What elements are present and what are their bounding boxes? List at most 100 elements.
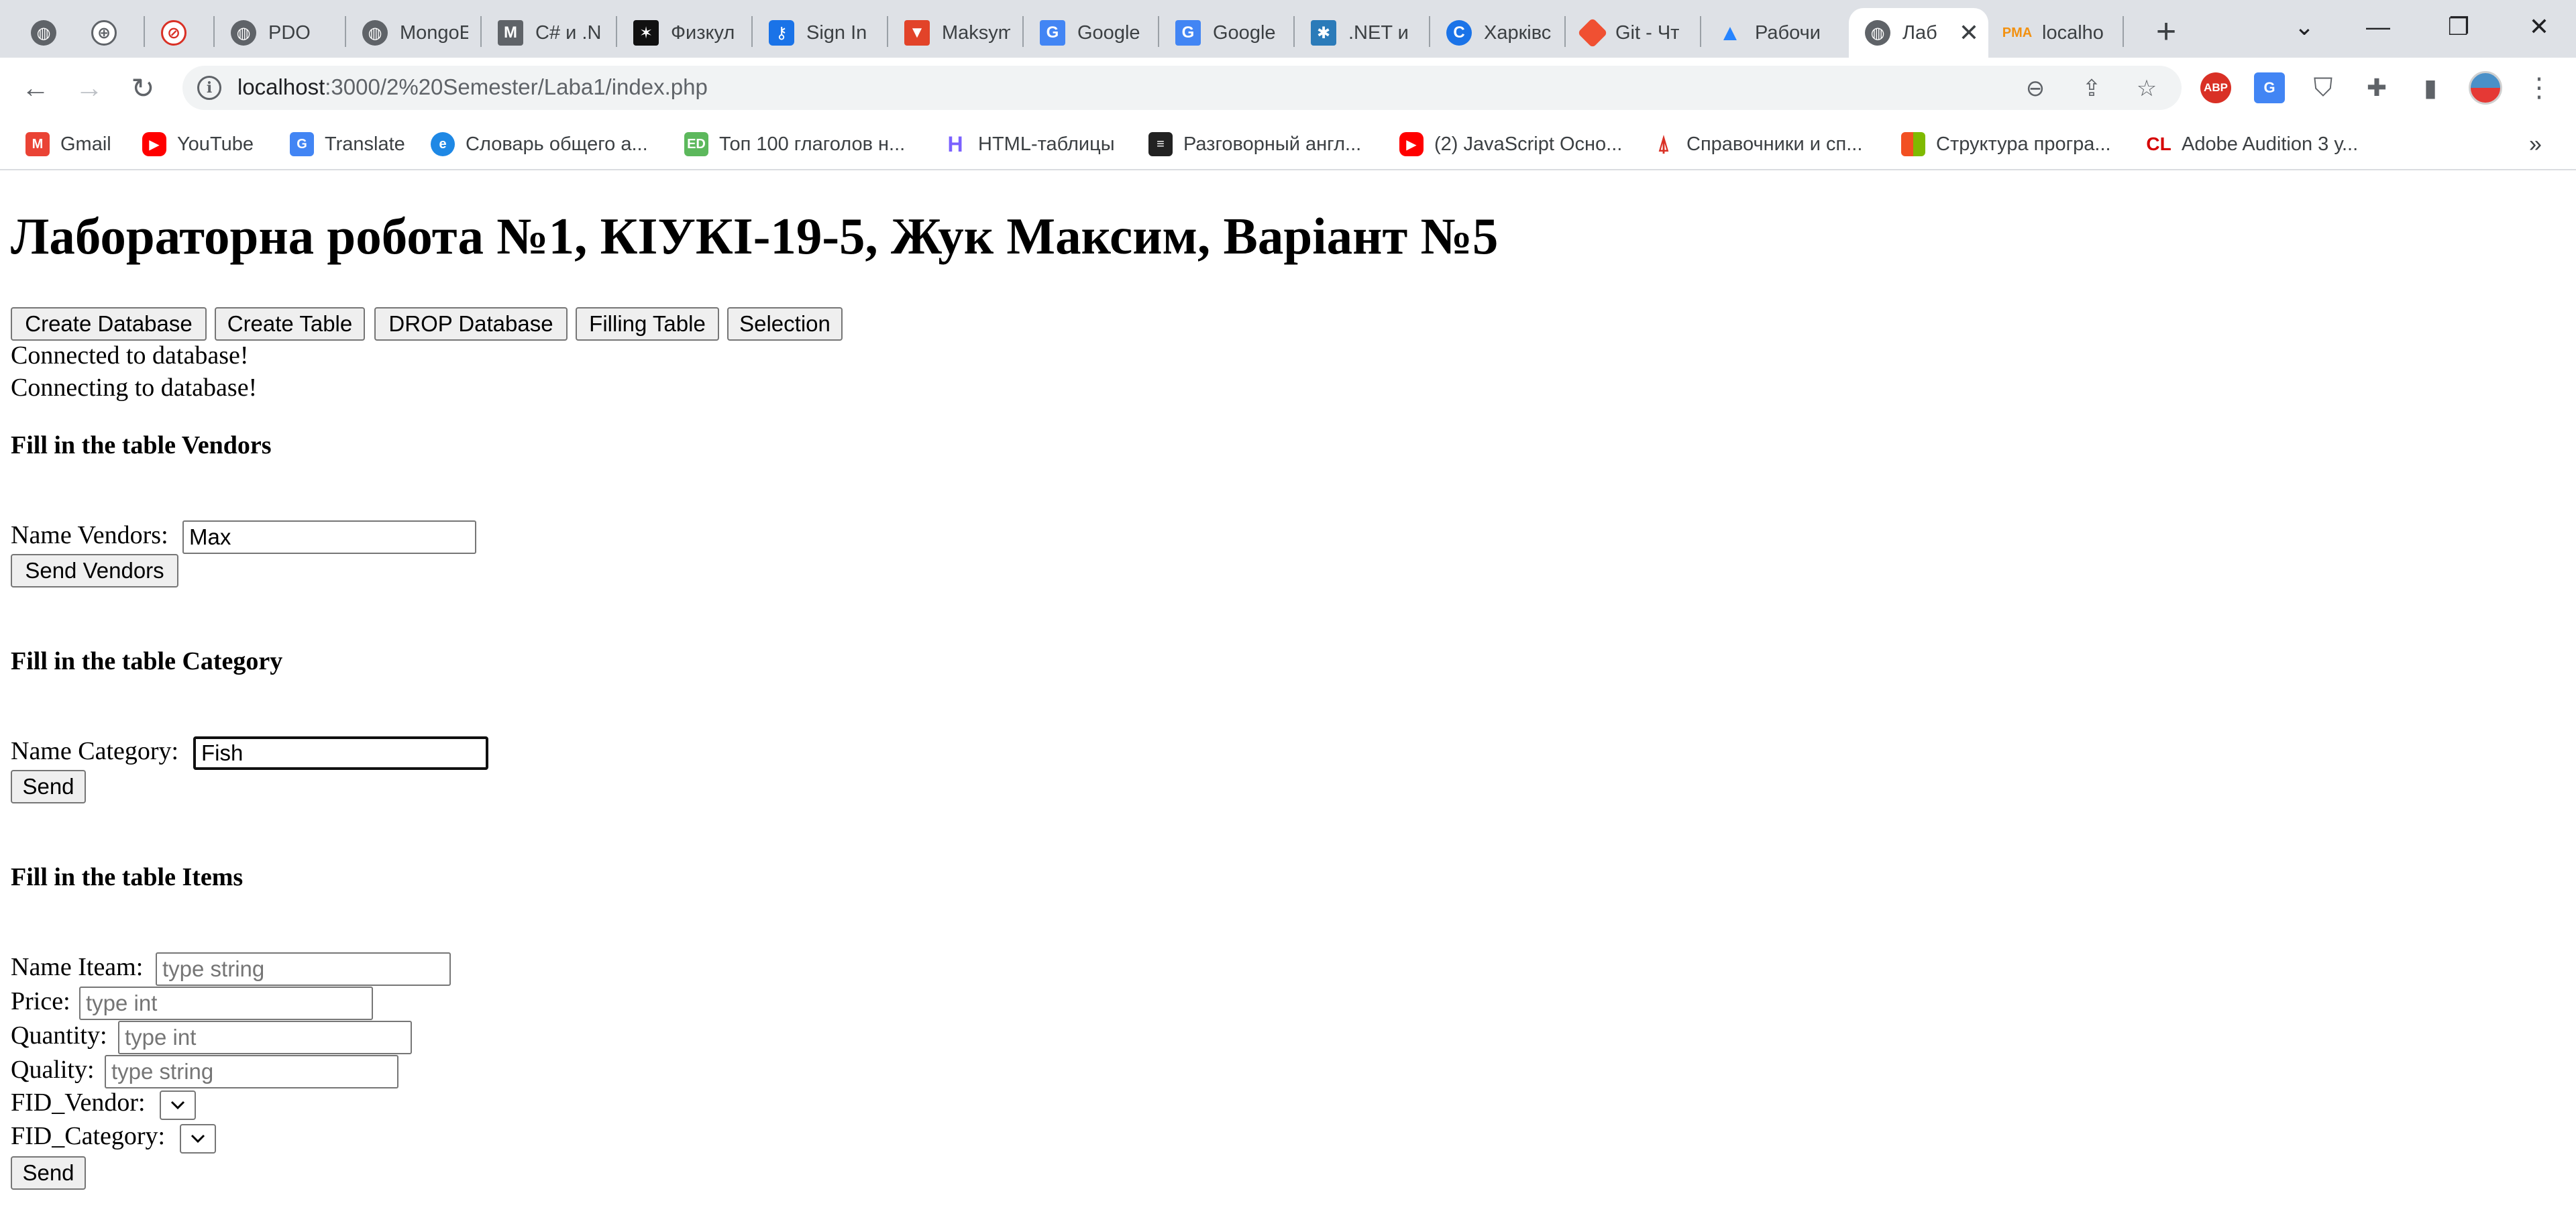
htmlbook-icon: H [947, 131, 963, 156]
close-window-button[interactable]: ✕ [2502, 0, 2576, 54]
adblock-icon[interactable]: ABP [2200, 72, 2231, 103]
menu-icon[interactable]: ⋮ [2524, 72, 2555, 103]
bookmark-label: Adobe Audition 3 у... [2182, 133, 2359, 155]
vendors-label: Name Vendors: [11, 521, 168, 549]
c-logo-icon: C [1446, 20, 1472, 46]
scroll-icon: ≡ [1148, 132, 1173, 156]
plus-icon: + [2155, 12, 2177, 51]
bookmark-dictionary[interactable]: e Словарь общего а... [431, 129, 648, 160]
close-icon: ✕ [2528, 13, 2550, 40]
price-input[interactable] [79, 987, 373, 1020]
tab-1[interactable]: ⊕ [75, 8, 142, 58]
tab-search-button[interactable]: ⌄ [2267, 0, 2341, 54]
address-bar[interactable]: i localhost:3000/2%20Semester/Laba1/inde… [182, 66, 2182, 110]
bookmark-audition[interactable]: CL Adobe Audition 3 у... [2146, 129, 2359, 160]
tab-14[interactable]: ▲ Рабочи [1701, 8, 1833, 58]
tab-3[interactable]: ◍ PDO [215, 8, 342, 58]
tab-5[interactable]: M C# и .N [482, 8, 613, 58]
tab-4[interactable]: ◍ MongoE [346, 8, 478, 58]
avatar[interactable] [2469, 71, 2502, 105]
zoom-out-icon[interactable]: ⊖ [2021, 74, 2050, 103]
create-database-button[interactable]: Create Database [11, 307, 207, 341]
dark-logo-icon: ✶ [633, 20, 659, 46]
url-path: :3000/2%20Semester/Laba1/index.php [325, 74, 708, 99]
shield-icon[interactable]: ⛉ [2308, 72, 2339, 103]
cancel-circle-icon: ⊘ [161, 20, 186, 46]
fid-vendor-select[interactable] [160, 1090, 196, 1120]
bookmark-gmail[interactable]: M Gmail [25, 129, 111, 160]
filling-table-button[interactable]: Filling Table [576, 307, 719, 341]
puzzle-icon[interactable]: ✚ [2361, 72, 2392, 103]
arrow-left-icon: ← [21, 72, 50, 103]
tab-13[interactable]: Git - Чт [1566, 8, 1697, 58]
bookmark-label: Gmail [60, 133, 111, 155]
chevron-down-icon [170, 1101, 185, 1110]
tab-title: Харківс [1484, 21, 1552, 44]
send-items-button[interactable]: Send [11, 1156, 86, 1190]
globe-outline-icon: ⊕ [91, 20, 117, 46]
google-translate-icon: G [290, 132, 314, 156]
tab-active[interactable]: ◍ Лаб ✕ [1849, 8, 1988, 58]
create-table-button[interactable]: Create Table [215, 307, 365, 341]
bookmark-javascript[interactable]: ▶ (2) JavaScript Осно... [1399, 129, 1622, 160]
bookmark-label: Топ 100 глаголов н... [719, 133, 906, 155]
bookmark-translate[interactable]: G Translate [290, 129, 405, 160]
tab-strip: ◍ ⊕ ⊘ ◍ PDO ◍ MongoE M C# и .N ✶ Физкул … [0, 0, 2576, 58]
chevron-down-icon: ⌄ [2294, 13, 2315, 40]
tab-16[interactable]: PMA localho [1988, 8, 2120, 58]
bookmark-html-tables[interactable]: H HTML-таблицы [943, 129, 1114, 160]
bookmark-label: Разговорный англ... [1183, 133, 1362, 155]
page-title: Лабораторна робота №1, КІУКІ-19-5, Жук М… [11, 207, 1499, 265]
youtube-icon: ▶ [142, 132, 166, 156]
item-name-input[interactable] [156, 952, 451, 986]
double-chevron-right-icon: » [2529, 131, 2542, 157]
new-tab-button[interactable]: + [2144, 9, 2188, 54]
fid-category-label: FID_Category: [11, 1122, 166, 1150]
price-label: Price: [11, 987, 70, 1015]
page-content: Лабораторна робота №1, КІУКІ-19-5, Жук М… [0, 172, 2576, 1232]
fid-category-select[interactable] [180, 1124, 216, 1154]
star-icon[interactable]: ☆ [2132, 74, 2161, 103]
drop-database-button[interactable]: DROP Database [374, 307, 568, 341]
bookmark-english[interactable]: ≡ Разговорный англ... [1148, 129, 1361, 160]
tab-11[interactable]: ✱ .NET и [1295, 8, 1426, 58]
restore-button[interactable]: ❐ [2422, 0, 2496, 54]
bookmark-youtube[interactable]: ▶ YouTube [142, 129, 254, 160]
back-button[interactable]: ← [15, 67, 56, 109]
tab-title: PDO [268, 21, 311, 44]
tab-12[interactable]: C Харківс [1430, 8, 1562, 58]
send-vendors-button[interactable]: Send Vendors [11, 554, 178, 587]
bookmark-label: Translate [325, 133, 405, 155]
share-icon[interactable]: ⇪ [2077, 74, 2106, 103]
tab-10[interactable]: G Google [1159, 8, 1291, 58]
google-translate-icon: G [1175, 20, 1201, 46]
fid-vendor-label: FID_Vendor: [11, 1088, 146, 1117]
selection-button[interactable]: Selection [727, 307, 843, 341]
tab-title: .NET и [1348, 21, 1409, 44]
tab-6[interactable]: ✶ Физкул [617, 8, 749, 58]
globe-icon: ◍ [1865, 20, 1890, 46]
send-category-button[interactable]: Send [11, 770, 86, 803]
reload-button[interactable]: ↻ [122, 67, 164, 109]
bookmark-structure[interactable]: Структура програ... [1901, 129, 2111, 160]
quantity-input[interactable] [118, 1021, 412, 1054]
tab-2[interactable]: ⊘ [145, 8, 212, 58]
close-icon[interactable]: ✕ [1959, 19, 1979, 47]
forward-button[interactable]: → [68, 67, 110, 109]
quality-input[interactable] [105, 1055, 398, 1088]
vendor-name-input[interactable] [182, 520, 476, 554]
category-name-input[interactable] [193, 736, 488, 770]
tab-8[interactable]: ▼ Maksym [888, 8, 1020, 58]
info-icon[interactable]: i [197, 76, 221, 100]
tab-9[interactable]: G Google [1024, 8, 1155, 58]
tab-7[interactable]: ⚷ Sign In [753, 8, 884, 58]
side-panel-icon[interactable]: ▮ [2415, 72, 2446, 103]
bookmark-references[interactable]: ⍋ Справочники и сп... [1652, 129, 1862, 160]
url-text[interactable]: localhost:3000/2%20Semester/Laba1/index.… [237, 74, 708, 100]
more-bookmarks-button[interactable]: » [2529, 129, 2542, 160]
minimize-button[interactable]: — [2341, 0, 2415, 54]
category-label: Name Category: [11, 737, 179, 765]
google-translate-icon[interactable]: G [2254, 72, 2285, 103]
bookmark-label: Структура програ... [1936, 133, 2111, 155]
bookmark-verbs[interactable]: ED Топ 100 глаголов н... [684, 129, 905, 160]
